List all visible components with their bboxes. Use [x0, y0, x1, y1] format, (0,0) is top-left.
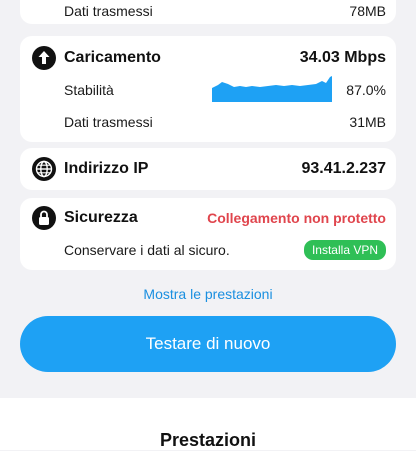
security-note-row: Conservare i dati al sicuro. Installa VP… — [64, 238, 386, 262]
upload-transfer-row: Dati trasmessi 31MB — [64, 110, 386, 134]
show-performance-link[interactable]: Mostra le prestazioni — [0, 286, 416, 302]
download-transfer-value: 78MB — [349, 3, 386, 19]
security-card: Sicurezza Collegamento non protetto Cons… — [20, 198, 396, 270]
download-transfer-row: Dati trasmessi 78MB — [64, 0, 386, 22]
upload-title: Caricamento — [64, 49, 161, 66]
upload-header-row: Caricamento 34.03 Mbps — [64, 46, 386, 70]
upload-speed: 34.03 Mbps — [299, 49, 386, 66]
security-title: Sicurezza — [64, 209, 138, 226]
ip-card: Indirizzo IP 93.41.2.237 — [20, 148, 396, 190]
stability-graph — [212, 76, 332, 102]
upload-transfer-label: Dati trasmessi — [64, 114, 153, 130]
upload-card: Caricamento 34.03 Mbps Stabilità 87.0% D… — [20, 36, 396, 142]
globe-icon — [32, 157, 56, 181]
security-note: Conservare i dati al sicuro. — [64, 242, 230, 258]
download-card: Dati trasmessi 78MB — [20, 0, 396, 24]
upload-stability-label: Stabilità — [64, 82, 114, 98]
upload-arrow-icon — [32, 46, 56, 70]
ip-title: Indirizzo IP — [64, 160, 149, 177]
security-header-row: Sicurezza Collegamento non protetto — [64, 206, 386, 230]
ip-row: Indirizzo IP 93.41.2.237 — [64, 157, 386, 181]
ip-value: 93.41.2.237 — [301, 160, 386, 177]
upload-stability-value: 87.0% — [346, 82, 386, 98]
download-transfer-label: Dati trasmessi — [64, 3, 153, 19]
lock-icon — [32, 206, 56, 230]
security-status: Collegamento non protetto — [207, 210, 386, 226]
performance-title: Prestazioni — [159, 430, 257, 450]
retest-button[interactable]: Testare di nuovo — [20, 316, 396, 372]
install-vpn-button[interactable]: Installa VPN — [303, 240, 386, 260]
upload-transfer-value: 31MB — [349, 114, 386, 130]
